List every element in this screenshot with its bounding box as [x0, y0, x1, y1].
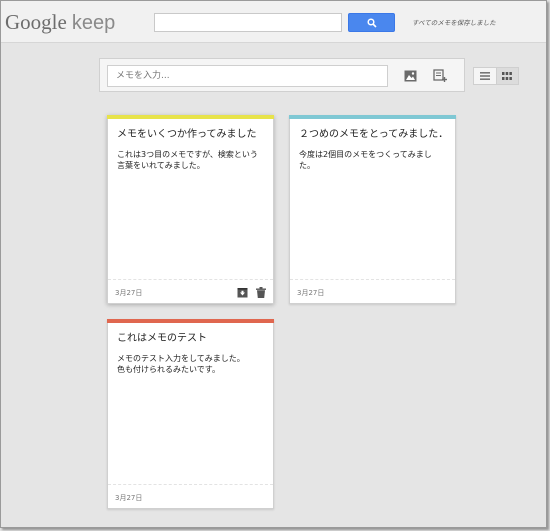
delete-icon[interactable] [255, 286, 267, 298]
note-card[interactable]: メモをいくつか作ってみました これは3つ目のメモですが、検索という言葉をいれてみ… [107, 115, 274, 304]
logo-google-text: Google [5, 10, 67, 34]
header: Google keep すべてのメモを保存しました [1, 1, 546, 43]
search-input[interactable] [154, 13, 342, 32]
note-date: 3月27日 [115, 289, 143, 297]
note-footer: 3月27日 [290, 279, 455, 303]
search-button[interactable] [348, 13, 395, 32]
saved-status-link[interactable]: すべてのメモを保存しました [412, 17, 496, 27]
google-keep-logo[interactable]: Google keep [5, 10, 115, 35]
image-icon[interactable] [402, 68, 418, 84]
note-body-line: メモのテスト入力をしてみました。 [117, 354, 245, 363]
note-footer: 3月27日 [108, 279, 273, 303]
search-icon [366, 17, 377, 28]
compose-bar [99, 58, 465, 92]
list-add-icon[interactable] [432, 68, 448, 84]
note-body-line: 色も付けられるみたいです。 [117, 365, 220, 374]
note-body: 今度は2個目のメモをつくってみました。 [299, 150, 432, 170]
archive-icon[interactable] [236, 286, 248, 298]
logo-keep-text: keep [71, 12, 116, 34]
list-view-icon[interactable] [474, 68, 496, 84]
note-color-bar [289, 115, 456, 119]
app-frame: Google keep すべてのメモを保存しました メモを入力... メモをいく… [0, 0, 547, 528]
note-card[interactable]: ２つめのメモをとってみました． 今度は2個目のメモをつくってみました。 3月27… [289, 115, 456, 304]
grid-view-icon[interactable] [495, 68, 518, 84]
view-toggle [473, 67, 519, 85]
note-date: 3月27日 [115, 494, 143, 502]
note-body: これは3つ目のメモですが、検索という言葉をいれてみました。 [117, 150, 258, 170]
note-title: ２つめのメモをとってみました． [299, 129, 449, 140]
note-date: 3月27日 [297, 289, 325, 297]
note-input[interactable] [107, 65, 388, 87]
note-body: メモのテスト入力をしてみました。 色も付けられるみたいです。 [117, 353, 264, 375]
note-card[interactable]: これはメモのテスト メモのテスト入力をしてみました。 色も付けられるみたいです。… [107, 319, 274, 509]
note-title: これはメモのテスト [117, 333, 207, 344]
note-footer: 3月27日 [108, 484, 273, 508]
note-title: メモをいくつか作ってみました [117, 129, 257, 140]
note-color-bar [107, 319, 274, 323]
note-color-bar [107, 115, 274, 119]
